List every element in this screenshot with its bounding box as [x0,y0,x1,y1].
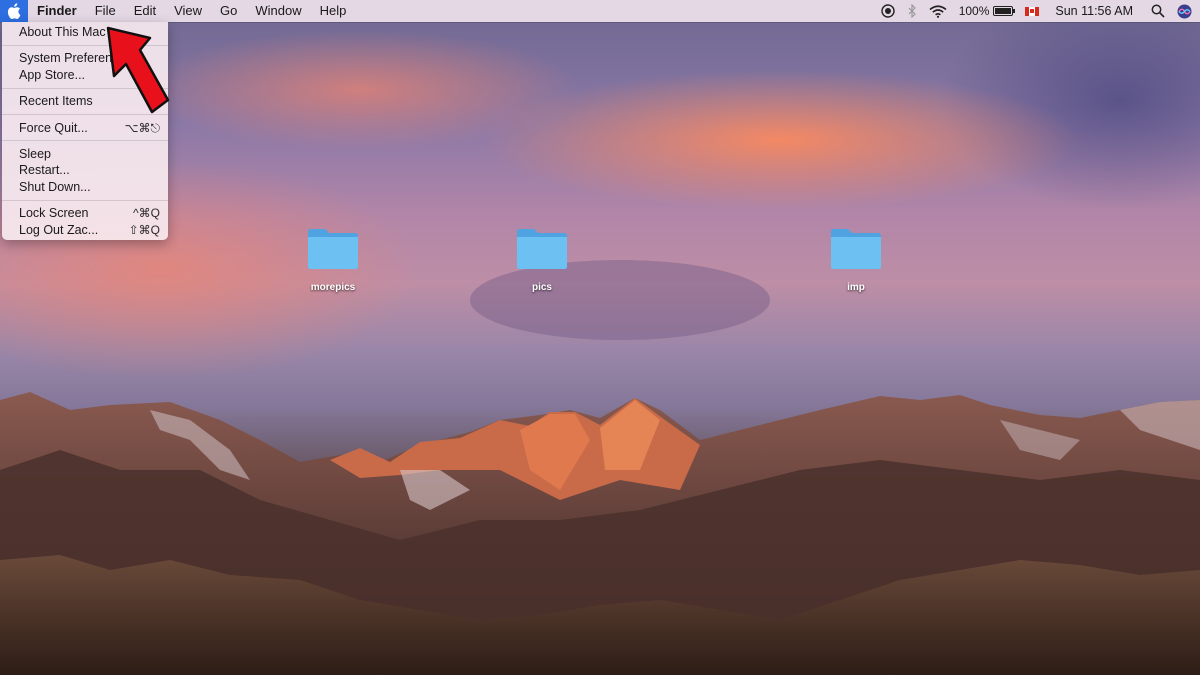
menu-item-shut-down[interactable]: Shut Down... [2,179,168,195]
mountain-wallpaper [0,0,1200,675]
menu-separator [2,140,168,142]
folder-icon [830,228,882,270]
bluetooth-icon[interactable] [901,0,923,22]
folder-label: pics [531,282,552,293]
menu-view[interactable]: View [165,0,211,22]
apple-logo-icon [7,3,21,19]
wifi-icon[interactable] [923,0,953,22]
menu-item-label: Log Out Zac... [19,222,99,237]
battery-indicator[interactable]: 100% [953,0,1020,22]
menu-item-sleep[interactable]: Sleep [2,146,168,162]
desktop-folder[interactable]: pics [497,228,587,293]
menu-finder[interactable]: Finder [28,0,86,22]
battery-percent: 100% [958,4,990,18]
battery-fill [995,8,1012,14]
menu-item-force-quit[interactable]: Force Quit... ⌥⌘⎋ [2,120,168,136]
menu-item-label: About This Mac [19,25,106,39]
clock[interactable]: Sun 11:56 AM [1045,0,1145,22]
menu-separator [2,199,168,201]
menu-item-shortcut: ⌥⌘⎋ [124,120,160,135]
menu-item-label: App Store... [19,67,86,82]
canada-flag-icon [1025,6,1040,16]
menu-help[interactable]: Help [311,0,356,22]
status-area: 100% Sun 11:56 AM [875,0,1200,22]
menu-go[interactable]: Go [211,0,246,22]
desktop-folder[interactable]: morepics [288,228,378,293]
battery-icon [993,6,1016,16]
menu-item-lock-screen[interactable]: Lock Screen ^⌘Q [2,205,168,221]
folder-icon [516,228,568,270]
menu-item-shortcut: ⇧⌘Q [128,222,160,237]
menu-item-label: Sleep [19,146,51,161]
menu-item-label: Shut Down... [19,179,91,194]
menu-edit[interactable]: Edit [125,0,165,22]
menu-bar: Finder File Edit View Go Window Help 100… [0,0,1200,22]
menu-item-log-out[interactable]: Log Out Zac... ⇧⌘Q [2,222,168,238]
folder-label: morepics [310,282,356,293]
menu-item-restart[interactable]: Restart... [2,162,168,178]
folder-icon [307,228,359,270]
siri-icon[interactable] [1171,0,1200,22]
menu-file[interactable]: File [86,0,125,22]
menu-window[interactable]: Window [246,0,310,22]
menu-item-label: Restart... [19,163,70,178]
apple-menu-button[interactable] [0,0,28,22]
screen-record-icon[interactable] [875,0,901,22]
input-source-flag[interactable] [1019,0,1045,22]
desktop-folder[interactable]: imp [811,228,901,293]
annotation-arrow-icon [106,26,170,114]
menu-item-label: System Preferen [19,51,113,66]
menu-item-label: Lock Screen [19,206,89,221]
folder-label: imp [847,282,865,293]
menu-item-label: Force Quit... [19,120,88,135]
spotlight-search-icon[interactable] [1145,0,1171,22]
desktop-wallpaper: morepics pics imp [0,0,1200,675]
menu-item-shortcut: ^⌘Q [133,206,160,221]
menu-item-label: Recent Items [19,94,93,109]
